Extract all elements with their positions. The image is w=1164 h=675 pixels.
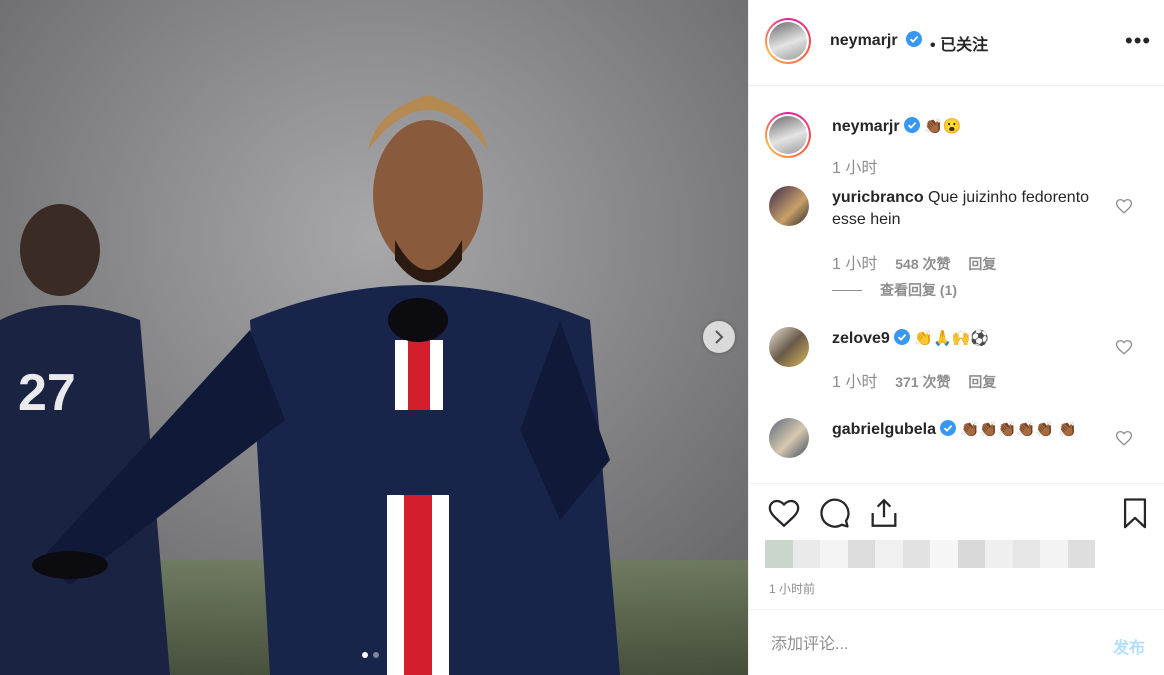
caption-meta: 1 小时 bbox=[832, 154, 891, 178]
svg-text:27: 27 bbox=[18, 364, 76, 422]
comment-body: 👏🏾👏🏾👏🏾👏🏾👏🏾 👏🏾 bbox=[960, 421, 1077, 438]
comments-list: neymarjr 👏🏾😮 1 小时 yuricbranco Que juizin… bbox=[749, 86, 1164, 484]
comment-time[interactable]: 1 小时 bbox=[832, 256, 877, 273]
carousel-indicator bbox=[362, 652, 379, 658]
comment-avatar[interactable] bbox=[769, 186, 809, 226]
carousel-next-button[interactable] bbox=[703, 321, 735, 353]
comment-meta: 1 小时 548 次赞 回复 bbox=[832, 250, 1010, 274]
post-time[interactable]: 1 小时前 bbox=[769, 580, 815, 597]
comment-username[interactable]: yuricbranco bbox=[832, 189, 924, 206]
comment-username[interactable]: zelove9 bbox=[832, 330, 890, 347]
comment-avatar[interactable] bbox=[769, 327, 809, 367]
heart-icon[interactable] bbox=[1115, 197, 1133, 215]
comment-text: yuricbranco Que juizinho fedorento esse … bbox=[832, 187, 1117, 231]
like-heart-icon[interactable] bbox=[767, 496, 801, 530]
comment-time[interactable]: 1 小时 bbox=[832, 374, 877, 391]
photo-illustration: 27 bbox=[0, 0, 748, 675]
comment-username[interactable]: gabrielgubela bbox=[832, 421, 936, 438]
author-avatar[interactable] bbox=[765, 18, 811, 64]
author-username[interactable]: neymarjr bbox=[830, 31, 923, 50]
share-icon[interactable] bbox=[867, 496, 901, 530]
comment-meta: 1 小时 371 次赞 回复 bbox=[832, 368, 1010, 392]
carousel-dot bbox=[373, 652, 379, 658]
caption-avatar[interactable] bbox=[765, 112, 811, 158]
verified-badge-icon bbox=[940, 420, 957, 436]
bookmark-icon[interactable] bbox=[1118, 496, 1152, 530]
comment-text: zelove9 👏🙏🙌⚽ bbox=[832, 328, 1117, 350]
heart-icon[interactable] bbox=[1115, 429, 1133, 447]
liked-by-pixelated bbox=[765, 540, 1095, 568]
chevron-right-icon bbox=[715, 330, 724, 344]
verified-badge-icon bbox=[903, 117, 920, 133]
action-bar bbox=[749, 484, 1164, 536]
more-options-icon[interactable]: ••• bbox=[1125, 28, 1151, 54]
heart-icon[interactable] bbox=[1115, 338, 1133, 356]
post-sidebar: neymarjr • 已关注 ••• neymarjr 👏🏾😮 1 小时 yur… bbox=[748, 0, 1164, 675]
reply-button[interactable]: 回复 bbox=[968, 374, 996, 390]
add-comment-section: 发布 bbox=[749, 609, 1164, 675]
separator: • bbox=[930, 37, 936, 54]
post-photo: 27 bbox=[0, 0, 748, 675]
comment-body: 👏🙏🙌⚽ bbox=[914, 330, 989, 347]
view-replies-label[interactable]: 查看回复 (1) bbox=[880, 282, 957, 298]
follow-status-label[interactable]: 已关注 bbox=[940, 37, 988, 54]
carousel-dot-active bbox=[362, 652, 368, 658]
author-username-text[interactable]: neymarjr bbox=[830, 32, 898, 49]
caption-time[interactable]: 1 小时 bbox=[832, 160, 877, 177]
caption-emojis: 👏🏾😮 bbox=[924, 118, 962, 135]
follow-status[interactable]: • 已关注 bbox=[930, 31, 988, 55]
view-replies-button[interactable]: 查看回复 (1) bbox=[832, 280, 957, 300]
comment-text: gabrielgubela 👏🏾👏🏾👏🏾👏🏾👏🏾 👏🏾 bbox=[832, 419, 1117, 441]
reply-button[interactable]: 回复 bbox=[968, 256, 996, 272]
post-comment-button[interactable]: 发布 bbox=[1113, 634, 1145, 658]
verified-badge-icon bbox=[893, 329, 910, 345]
comment-bubble-icon[interactable] bbox=[817, 496, 851, 530]
verified-badge-icon bbox=[906, 31, 923, 47]
comment-likes[interactable]: 548 次赞 bbox=[895, 256, 950, 272]
comment-likes[interactable]: 371 次赞 bbox=[895, 374, 950, 390]
comment-input[interactable] bbox=[769, 624, 1093, 666]
caption-username[interactable]: neymarjr bbox=[832, 118, 900, 135]
comment-avatar[interactable] bbox=[769, 418, 809, 458]
post-header: neymarjr • 已关注 ••• bbox=[749, 0, 1164, 86]
caption-text: neymarjr 👏🏾😮 bbox=[832, 116, 1117, 138]
